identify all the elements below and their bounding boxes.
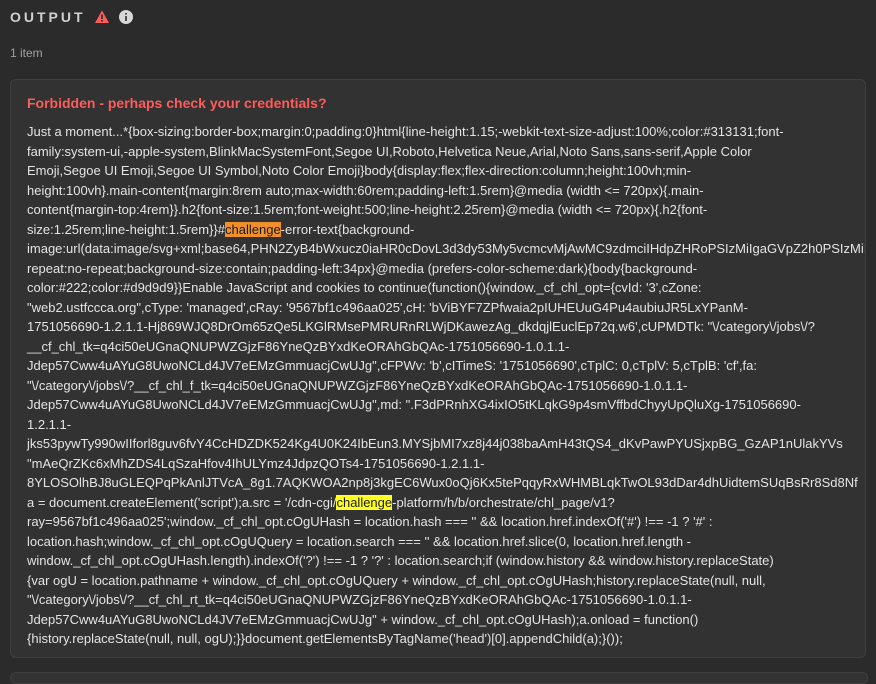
body-line: content{margin-top:4rem}}.h2{font-size:1… (27, 200, 866, 220)
body-line: Jdep57Cww4uAYuG8UwoNCLd4JV7eEMzGmmuacjCw… (27, 610, 866, 630)
body-text: ray=9567bf1c496aa025';window._cf_chl_opt… (27, 514, 713, 529)
body-line: color:#222;color:#d9d9d9}}Enable JavaScr… (27, 278, 866, 298)
body-line: "\/category\/jobs\/?__cf_chl_rt_tk=q4ci5… (27, 590, 866, 610)
body-text: __cf_chl_tk=q4ci50eUGnaQNUPWZGjzF86YneQz… (27, 339, 569, 354)
body-text: "mAeQrZKc6xMhZDS4LqSzaHfov4IhULYmz4JdpzQ… (27, 456, 484, 471)
item-count: 1 item (10, 46, 43, 60)
response-body: Just a moment...*{box-sizing:border-box;… (27, 122, 866, 649)
body-text: jks53pywTy990wIIforl8guv6fvY4CcHDZDK524K… (27, 436, 843, 451)
body-line: {var ogU = location.pathname + window._c… (27, 571, 866, 591)
body-line: size:1.25rem;line-height:1.5rem}}#challe… (27, 220, 866, 240)
body-line: Jdep57Cww4uAYuG8UwoNCLd4JV7eEMzGmmuacjCw… (27, 395, 866, 415)
body-line: family:system-ui,-apple-system,BlinkMacS… (27, 142, 866, 162)
body-text: Just a moment...*{box-sizing:border-box;… (27, 124, 784, 139)
body-text: size:1.25rem;line-height:1.5rem}}# (27, 222, 225, 237)
body-line: ray=9567bf1c496aa025';window._cf_chl_opt… (27, 512, 866, 532)
body-text: repeat:no-repeat;background-size:contain… (27, 261, 697, 276)
body-text: Jdep57Cww4uAYuG8UwoNCLd4JV7eEMzGmmuacjCw… (27, 397, 801, 412)
error-title: Forbidden - perhaps check your credentia… (27, 95, 327, 111)
body-text: "\/category\/jobs\/?__cf_chl_rt_tk=q4ci5… (27, 592, 692, 607)
output-header: OUTPUT (10, 6, 134, 28)
next-card-edge (10, 672, 868, 684)
warning-icon[interactable] (94, 9, 110, 25)
body-text: "\/category\/jobs\/?__cf_chl_f_tk=q4ci50… (27, 378, 687, 393)
body-text: image:url(data:image/svg+xml;base64,PHN2… (27, 241, 866, 256)
body-line: 1751056690-1.2.1.1-Hj869WJQ8DrOm65zQe5LK… (27, 317, 866, 337)
body-line: repeat:no-repeat;background-size:contain… (27, 259, 866, 279)
body-line: {history.replaceState(null, null, ogU);}… (27, 629, 866, 649)
body-line: image:url(data:image/svg+xml;base64,PHN2… (27, 239, 866, 259)
search-highlight-current: challenge (225, 222, 281, 237)
body-text: height:100vh}.main-content{margin:8rem a… (27, 183, 704, 198)
body-text: a = document.createElement('script');a.s… (27, 495, 336, 510)
body-line: __cf_chl_tk=q4ci50eUGnaQNUPWZGjzF86YneQz… (27, 337, 866, 357)
search-highlight-match: challenge (336, 495, 392, 510)
body-text: {history.replaceState(null, null, ogU);}… (27, 631, 623, 646)
body-text: location.hash;window._cf_chl_opt.cOgUQue… (27, 534, 691, 549)
body-line: 1.2.1.1- (27, 415, 866, 435)
body-line: "web2.ustfccca.org",cType: 'managed',cRa… (27, 298, 866, 318)
body-text: "web2.ustfccca.org",cType: 'managed',cRa… (27, 300, 748, 315)
body-text: family:system-ui,-apple-system,BlinkMacS… (27, 144, 752, 159)
body-text: color:#222;color:#d9d9d9}}Enable JavaScr… (27, 280, 702, 295)
body-text: content{margin-top:4rem}}.h2{font-size:1… (27, 202, 707, 217)
body-text: -platform/h/b/orchestrate/chl_page/v1? (392, 495, 615, 510)
body-text: {var ogU = location.pathname + window._c… (27, 573, 766, 588)
body-text: -error-text{background- (281, 222, 415, 237)
body-line: Just a moment...*{box-sizing:border-box;… (27, 122, 866, 142)
body-line: Jdep57Cww4uAYuG8UwoNCLd4JV7eEMzGmmuacjCw… (27, 356, 866, 376)
body-text: 1751056690-1.2.1.1-Hj869WJQ8DrOm65zQe5LK… (27, 319, 815, 334)
body-line: "mAeQrZKc6xMhZDS4LqSzaHfov4IhULYmz4JdpzQ… (27, 454, 866, 474)
body-text: Emoji,Segoe UI Emoji,Segoe UI Symbol,Not… (27, 163, 691, 178)
body-line: height:100vh}.main-content{margin:8rem a… (27, 181, 866, 201)
body-line: 8YLOSOlhBJ8uGLEQPqPkAnlJTVcA_8g1.7AQKWOA… (27, 473, 866, 493)
body-line: location.hash;window._cf_chl_opt.cOgUQue… (27, 532, 866, 552)
body-text: Jdep57Cww4uAYuG8UwoNCLd4JV7eEMzGmmuacjCw… (27, 612, 698, 627)
body-line: "\/category\/jobs\/?__cf_chl_f_tk=q4ci50… (27, 376, 866, 396)
body-line: a = document.createElement('script');a.s… (27, 493, 866, 513)
body-text: 8YLOSOlhBJ8uGLEQPqPkAnlJTVcA_8g1.7AQKWOA… (27, 475, 858, 490)
body-line: window._cf_chl_opt.cOgUHash.length).inde… (27, 551, 866, 571)
body-line: jks53pywTy990wIIforl8guv6fvY4CcHDZDK524K… (27, 434, 866, 454)
body-text: window._cf_chl_opt.cOgUHash.length).inde… (27, 553, 774, 568)
body-text: 1.2.1.1- (27, 417, 71, 432)
output-item-card: Forbidden - perhaps check your credentia… (10, 79, 866, 658)
body-text: Jdep57Cww4uAYuG8UwoNCLd4JV7eEMzGmmuacjCw… (27, 358, 757, 373)
panel-title: OUTPUT (10, 9, 86, 25)
info-icon[interactable] (118, 9, 134, 25)
body-line: Emoji,Segoe UI Emoji,Segoe UI Symbol,Not… (27, 161, 866, 181)
